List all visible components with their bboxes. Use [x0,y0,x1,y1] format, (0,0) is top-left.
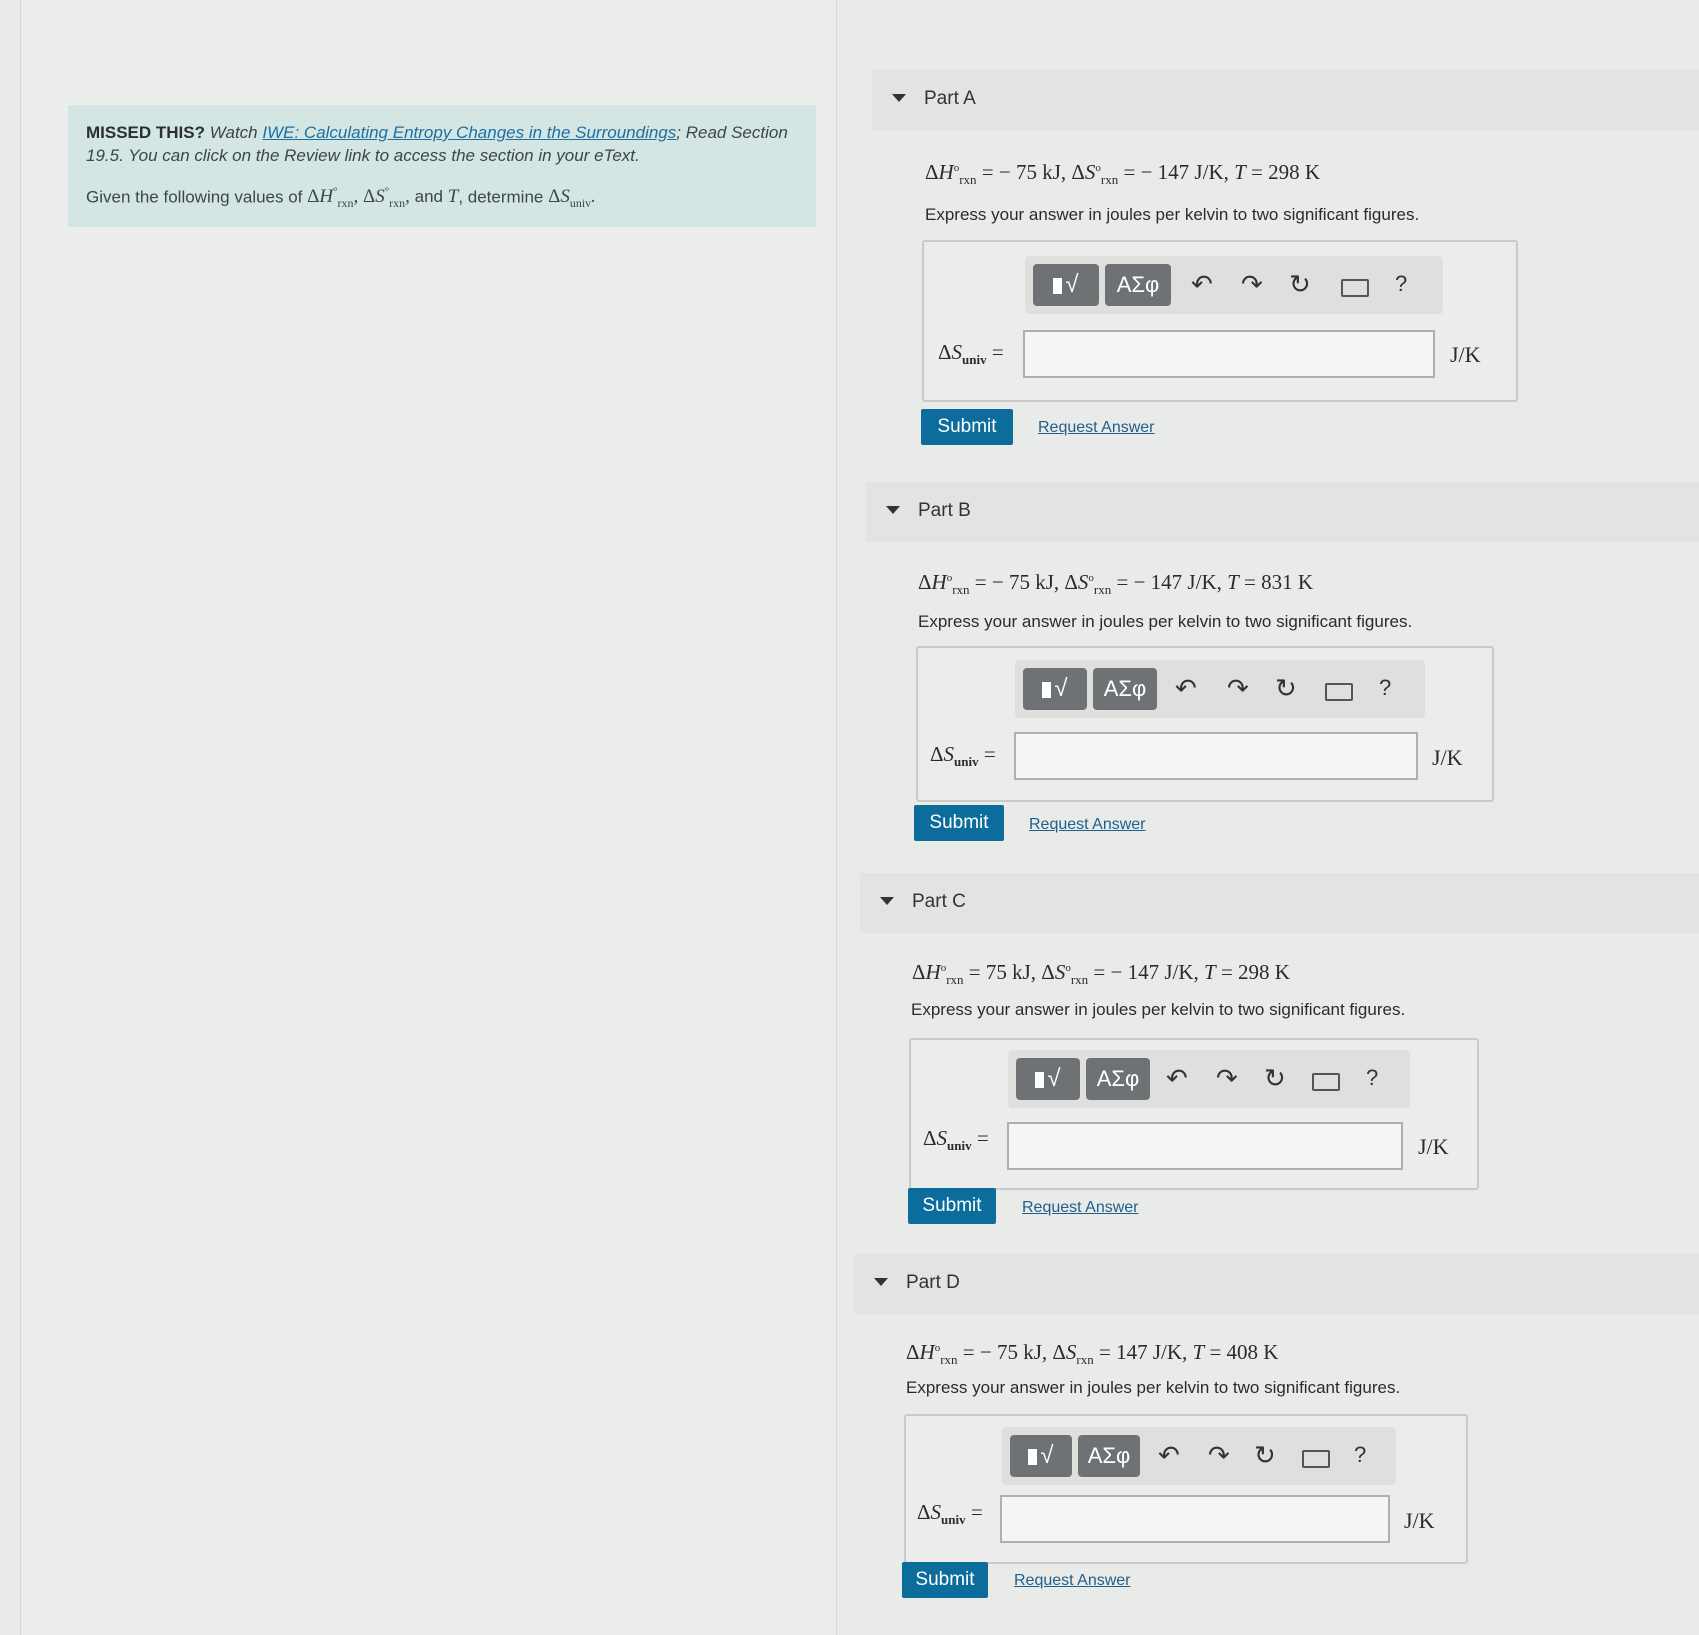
reset-icon[interactable]: ↻ [1275,674,1297,702]
keyboard-icon[interactable] [1312,1066,1340,1094]
part-d-request-answer-link[interactable]: Request Answer [1014,1572,1131,1590]
templates-button[interactable]: √ [1033,264,1099,306]
part-c-title: Part C [912,891,966,912]
part-a-title: Part A [924,88,976,109]
part-b-request-answer-link[interactable]: Request Answer [1029,816,1146,834]
missed-this-text: MISSED THIS? Watch IWE: Calculating Entr… [86,121,798,167]
part-b-equation: ΔHorxn = − 75 kJ, ΔSorxn = − 147 J/K, T … [918,570,1314,598]
symbols-button[interactable]: ΑΣφ [1078,1435,1140,1477]
part-d-answer-input[interactable] [1000,1495,1390,1543]
redo-icon[interactable]: ↷ [1208,1441,1230,1469]
given-text: Given the following values of ΔH°rxn, ΔS… [86,181,798,215]
given-math: ΔH°rxn, ΔS°rxn, and T [307,186,459,211]
watch-text: Watch [209,123,258,142]
missed-this-box: MISSED THIS? Watch IWE: Calculating Entr… [68,105,816,227]
part-c-header[interactable]: Part C [860,873,1699,933]
part-a-answer-input[interactable] [1023,330,1435,378]
help-icon[interactable]: ? [1379,674,1391,702]
missed-label: MISSED THIS? [86,123,206,142]
redo-icon[interactable]: ↷ [1216,1064,1238,1092]
part-c-request-answer-link[interactable]: Request Answer [1022,1199,1139,1217]
reset-icon[interactable]: ↻ [1264,1064,1286,1092]
part-b-input-label: ΔSuniv = [930,742,996,770]
part-b-title: Part B [918,500,971,521]
symbols-button[interactable]: ΑΣφ [1086,1058,1150,1100]
part-a-unit: J/K [1450,342,1481,367]
part-d-title: Part D [906,1272,960,1293]
part-d-header[interactable]: Part D [854,1254,1699,1314]
redo-icon[interactable]: ↷ [1227,674,1249,702]
reset-icon[interactable]: ↻ [1254,1441,1276,1469]
part-d-toolbar: √ ΑΣφ ↶ ↷ ↻ ? [1002,1427,1396,1485]
part-a-header[interactable]: Part A [872,70,1699,130]
part-d-unit: J/K [1404,1508,1435,1533]
part-c-toolbar: √ ΑΣφ ↶ ↷ ↻ ? [1008,1050,1410,1108]
part-a-equation: ΔHorxn = − 75 kJ, ΔSorxn = − 147 J/K, T … [925,160,1321,188]
part-d-submit-button[interactable]: Submit [902,1562,988,1598]
templates-button[interactable]: √ [1016,1058,1080,1100]
keyboard-icon[interactable] [1325,676,1353,704]
symbols-button[interactable]: ΑΣφ [1105,264,1171,306]
left-column [20,0,837,1635]
help-icon[interactable]: ? [1395,270,1407,298]
given-suffix: , determine [458,187,544,207]
part-c-unit: J/K [1418,1134,1449,1159]
keyboard-icon[interactable] [1302,1443,1330,1471]
templates-button[interactable]: √ [1023,668,1087,710]
collapse-caret-icon[interactable] [874,1278,888,1286]
part-c-equation: ΔHorxn = 75 kJ, ΔSorxn = − 147 J/K, T = … [912,960,1290,988]
video-link[interactable]: IWE: Calculating Entropy Changes in the … [262,123,676,142]
part-d-equation: ΔHorxn = − 75 kJ, ΔSrxn = 147 J/K, T = 4… [906,1340,1279,1368]
collapse-caret-icon[interactable] [892,94,906,102]
part-c-submit-button[interactable]: Submit [908,1188,996,1224]
undo-icon[interactable]: ↶ [1191,270,1213,298]
part-b-submit-button[interactable]: Submit [914,805,1004,841]
collapse-caret-icon[interactable] [886,506,900,514]
part-a-toolbar: √ ΑΣφ ↶ ↷ ↻ ? [1025,256,1443,314]
part-b-instruction: Express your answer in joules per kelvin… [918,612,1413,631]
redo-icon[interactable]: ↷ [1241,270,1263,298]
part-a-request-answer-link[interactable]: Request Answer [1038,419,1155,437]
part-c-answer-input[interactable] [1007,1122,1403,1170]
given-target: ΔSuniv. [548,186,596,211]
part-b-unit: J/K [1432,745,1463,770]
part-b-answer-input[interactable] [1014,732,1418,780]
part-a-submit-button[interactable]: Submit [921,409,1013,445]
part-b-header[interactable]: Part B [866,482,1699,542]
templates-button[interactable]: √ [1010,1435,1072,1477]
undo-icon[interactable]: ↶ [1175,674,1197,702]
part-d-instruction: Express your answer in joules per kelvin… [906,1378,1401,1397]
keyboard-icon[interactable] [1341,272,1369,300]
help-icon[interactable]: ? [1366,1064,1378,1092]
help-icon[interactable]: ? [1354,1441,1366,1469]
part-c-instruction: Express your answer in joules per kelvin… [911,1000,1406,1019]
symbols-button[interactable]: ΑΣφ [1093,668,1157,710]
given-prefix: Given the following values of [86,187,303,207]
part-d-input-label: ΔSuniv = [917,1500,983,1528]
undo-icon[interactable]: ↶ [1166,1064,1188,1092]
collapse-caret-icon[interactable] [880,897,894,905]
part-a-instruction: Express your answer in joules per kelvin… [925,205,1420,224]
undo-icon[interactable]: ↶ [1158,1441,1180,1469]
part-a-input-label: ΔSuniv = [938,340,1004,368]
reset-icon[interactable]: ↻ [1289,270,1311,298]
part-b-toolbar: √ ΑΣφ ↶ ↷ ↻ ? [1015,660,1425,718]
part-c-input-label: ΔSuniv = [923,1126,989,1154]
